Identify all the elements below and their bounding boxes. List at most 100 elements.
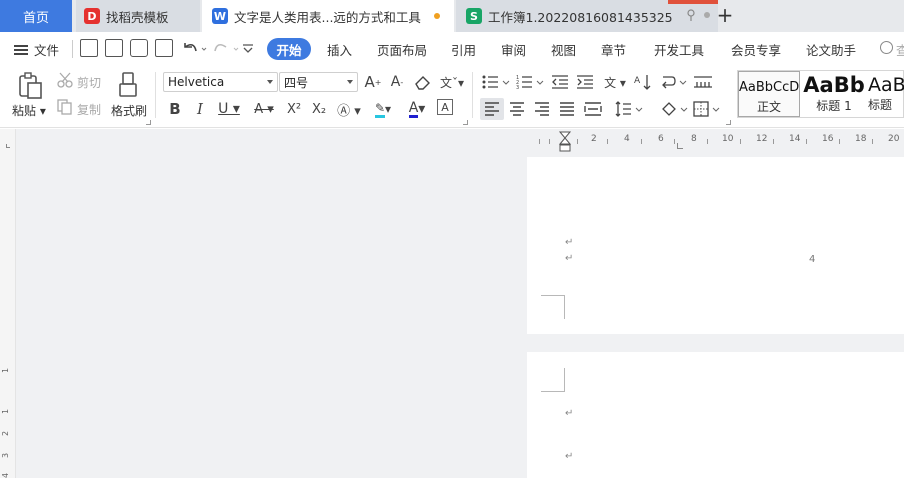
- tab-stop-marker: [677, 143, 683, 149]
- tab-page-layout[interactable]: 页面布局: [377, 40, 427, 59]
- ruler-corner-mark: [6, 144, 10, 148]
- increase-font-icon[interactable]: A +: [364, 72, 382, 92]
- copy-icon[interactable]: [57, 99, 73, 115]
- tab-view[interactable]: 视图: [551, 40, 576, 59]
- paste-button[interactable]: 粘贴 ▾: [12, 102, 46, 119]
- tab-thesis-assistant[interactable]: 论文助手: [806, 40, 856, 59]
- horizontal-ruler: 2 4 6 8 10 12 14 16 18 20: [527, 131, 904, 153]
- font-color-icon[interactable]: A ▾: [403, 99, 431, 119]
- tab-spreadsheet[interactable]: S 工作簿1.20220816081435325: [456, 0, 718, 32]
- align-left-icon[interactable]: [484, 102, 500, 116]
- tab-chapter[interactable]: 章节: [601, 40, 626, 59]
- increase-indent-icon[interactable]: [576, 74, 594, 90]
- distribute-icon[interactable]: [584, 102, 602, 116]
- indent-marker-icon[interactable]: [559, 131, 571, 153]
- tab-spreadsheet-label: 工作簿1.20220816081435325: [488, 9, 673, 25]
- character-border-icon[interactable]: A: [437, 99, 453, 115]
- undo-icon[interactable]: [180, 40, 208, 58]
- tab-insert[interactable]: 插入: [327, 40, 352, 59]
- document-page[interactable]: ↵ ↵: [527, 352, 904, 478]
- style-heading-1[interactable]: AaBb 标题 1: [802, 71, 866, 117]
- style-normal[interactable]: AaBbCcD 正文: [738, 71, 800, 117]
- pin-icon[interactable]: [686, 9, 696, 21]
- copy-button[interactable]: 复制: [77, 101, 101, 118]
- align-right-icon[interactable]: [534, 102, 550, 116]
- sort-icon[interactable]: A: [634, 73, 654, 91]
- vertical-ruler: 1 1 2 3 4: [0, 129, 16, 478]
- paste-icon[interactable]: [17, 72, 43, 100]
- italic-icon[interactable]: I: [192, 99, 208, 119]
- scissors-icon[interactable]: [57, 72, 73, 88]
- font-size-select[interactable]: 四号: [279, 72, 358, 92]
- highlight-color-icon[interactable]: ✎ ▾: [369, 99, 397, 119]
- export-pdf-icon[interactable]: [105, 39, 123, 57]
- page-number: 4: [809, 254, 816, 265]
- page-corner-mark: [541, 368, 565, 392]
- clear-format-icon[interactable]: [414, 74, 432, 90]
- ruler-number: 4: [624, 134, 630, 144]
- underline-icon[interactable]: U ▾: [216, 99, 242, 119]
- tab-review[interactable]: 审阅: [501, 40, 526, 59]
- text-effect-icon[interactable]: Ⓐ ▾: [335, 99, 363, 119]
- ruler-number: 1: [1, 367, 11, 374]
- file-menu-button[interactable]: 文件: [14, 40, 59, 59]
- print-icon[interactable]: [130, 39, 148, 57]
- line-spacing-icon[interactable]: [615, 101, 645, 117]
- file-menu-label: 文件: [34, 43, 60, 58]
- writer-icon: W: [212, 8, 228, 24]
- format-painter-button[interactable]: 格式刷: [111, 102, 147, 119]
- ruler-number: 10: [722, 134, 734, 144]
- save-icon[interactable]: [80, 39, 98, 57]
- new-tab-button[interactable]: +: [714, 4, 736, 26]
- customize-toolbar-icon[interactable]: [242, 44, 254, 54]
- tab-document-label: 文字是人类用表...远的方式和工具: [234, 9, 421, 25]
- divider: [155, 72, 156, 118]
- style-heading[interactable]: AaB 标题: [868, 71, 904, 117]
- decrease-font-icon[interactable]: A-: [388, 72, 406, 92]
- paragraph-group-launcher[interactable]: [726, 120, 731, 125]
- tab-references[interactable]: 引用: [451, 40, 476, 59]
- tab-home[interactable]: 首页: [0, 0, 72, 32]
- tab-dot-icon: [704, 12, 710, 18]
- ruler-number: 14: [789, 134, 801, 144]
- search-label[interactable]: 查: [896, 40, 904, 59]
- tab-member[interactable]: 会员专享: [731, 40, 781, 59]
- tab-document[interactable]: W 文字是人类用表...远的方式和工具: [202, 0, 454, 32]
- tab-stops-icon[interactable]: [693, 74, 713, 90]
- ruler-number: 16: [822, 134, 834, 144]
- search-icon[interactable]: [880, 41, 893, 54]
- style-preview: AaBb: [803, 73, 865, 97]
- chinese-layout-icon[interactable]: 文 ▾: [601, 72, 629, 92]
- clipboard-group-launcher[interactable]: [146, 120, 151, 125]
- tab-developer[interactable]: 开发工具: [654, 40, 704, 59]
- phonetic-guide-icon[interactable]: 文ˇ▾: [438, 72, 466, 92]
- style-name: 正文: [756, 100, 781, 114]
- bullet-list-icon[interactable]: [482, 74, 512, 90]
- docer-icon: D: [84, 8, 100, 24]
- tab-home-label: 首页: [22, 10, 49, 26]
- redo-icon[interactable]: [212, 40, 240, 58]
- strikethrough-icon[interactable]: A ▾: [250, 99, 278, 119]
- styles-gallery: AaBbCcD 正文 AaBb 标题 1 AaB 标题: [737, 70, 904, 118]
- paragraph-mark: ↵: [565, 451, 574, 462]
- cut-button[interactable]: 剪切: [77, 74, 101, 91]
- shading-icon[interactable]: [660, 101, 690, 117]
- tab-start[interactable]: 开始: [267, 38, 311, 60]
- show-marks-icon[interactable]: [660, 74, 690, 90]
- style-preview: AaBbCcD: [739, 80, 800, 95]
- numbered-list-icon[interactable]: 123: [516, 74, 546, 90]
- font-group-launcher[interactable]: [463, 120, 468, 125]
- align-center-icon[interactable]: [509, 102, 525, 116]
- tab-template[interactable]: D 找稻壳模板: [76, 0, 200, 32]
- decrease-indent-icon[interactable]: [551, 74, 569, 90]
- justify-icon[interactable]: [559, 102, 575, 116]
- format-painter-icon[interactable]: [118, 72, 140, 98]
- bold-icon[interactable]: B: [166, 99, 184, 119]
- borders-icon[interactable]: [693, 101, 723, 117]
- font-name-select[interactable]: Helvetica: [163, 72, 278, 92]
- subscript-icon[interactable]: X₂: [309, 99, 329, 119]
- print-preview-icon[interactable]: [155, 39, 173, 57]
- superscript-icon[interactable]: X²: [284, 99, 304, 119]
- document-page[interactable]: ↵ ↵ 4: [527, 157, 904, 334]
- page-corner-mark: [541, 295, 565, 319]
